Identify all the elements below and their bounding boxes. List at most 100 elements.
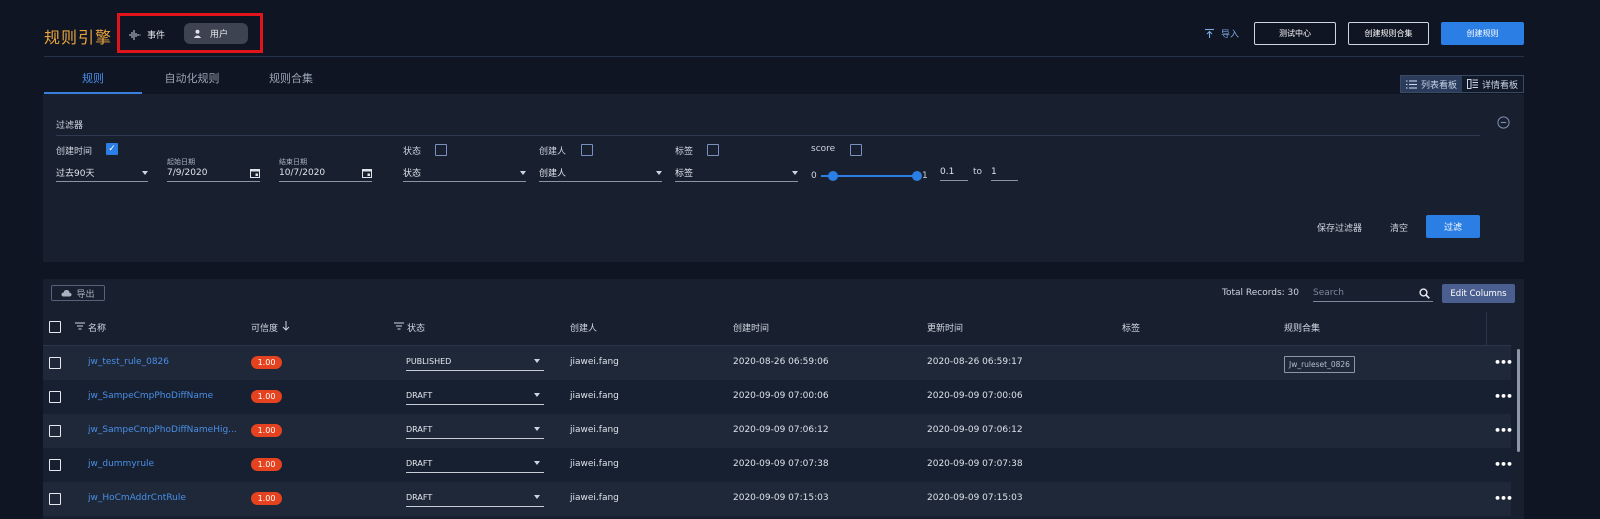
mode-events-button[interactable]: 事件 xyxy=(129,28,165,41)
score-from-input[interactable]: 0.1 xyxy=(940,165,968,181)
rule-name-link[interactable]: jw_HoCmAddrCntRule xyxy=(88,493,186,503)
row-checkbox[interactable] xyxy=(49,357,61,369)
page-title: 规则引擎 xyxy=(44,28,113,47)
chevron-down-icon xyxy=(534,495,540,499)
filter-lines-icon[interactable] xyxy=(75,322,85,333)
col-name[interactable]: 名称 xyxy=(88,321,106,334)
score-max-label: 1 xyxy=(922,171,928,181)
chevron-down-icon xyxy=(792,170,798,175)
mode-users-button[interactable]: 用户 xyxy=(184,23,248,44)
export-button[interactable]: 导出 xyxy=(51,285,105,301)
row-updated: 2020-09-09 07:06:12 xyxy=(927,425,1023,435)
score-filter-label: score xyxy=(811,144,836,154)
calendar-icon[interactable] xyxy=(250,168,260,178)
chevron-down-icon xyxy=(534,461,540,465)
confidence-badge: 1.00 xyxy=(251,424,282,437)
more-actions-icon[interactable]: ••• xyxy=(1494,458,1513,471)
tag-filter-label: 标签 xyxy=(675,147,694,157)
col-tags[interactable]: 标签 xyxy=(1122,321,1140,334)
list-view-button[interactable]: 列表看板 xyxy=(1401,76,1462,92)
more-actions-icon[interactable]: ••• xyxy=(1494,390,1513,403)
create-ruleset-button[interactable]: 创建规则合集 xyxy=(1348,22,1429,45)
col-created[interactable]: 创建时间 xyxy=(733,321,769,334)
search-placeholder: Search xyxy=(1313,288,1344,298)
apply-filter-button[interactable]: 过滤 xyxy=(1426,215,1480,238)
select-all-checkbox[interactable] xyxy=(49,321,61,333)
row-status-select[interactable]: PUBLISHED xyxy=(406,354,544,371)
col-creator[interactable]: 创建人 xyxy=(570,321,597,334)
waveform-icon xyxy=(129,29,141,40)
row-created: 2020-09-09 07:00:06 xyxy=(733,391,829,401)
row-status-select[interactable]: DRAFT xyxy=(406,490,544,507)
sort-arrow-down-icon[interactable] xyxy=(282,321,290,334)
created-time-label: 创建时间 xyxy=(56,147,93,157)
edit-columns-button[interactable]: Edit Columns xyxy=(1442,284,1515,303)
clear-filter-button[interactable]: 清空 xyxy=(1390,221,1408,234)
status-filter-label: 状态 xyxy=(403,147,422,157)
row-checkbox[interactable] xyxy=(49,391,61,403)
save-filter-button[interactable]: 保存过滤器 xyxy=(1317,221,1362,234)
start-date-value: 7/9/2020 xyxy=(167,167,208,178)
minus-circle-icon xyxy=(1497,116,1510,129)
row-checkbox[interactable] xyxy=(49,459,61,471)
row-updated: 2020-09-09 07:07:38 xyxy=(927,459,1023,469)
row-status-select[interactable]: DRAFT xyxy=(406,422,544,439)
mode-users-label: 用户 xyxy=(210,30,229,40)
row-creator: jiawei.fang xyxy=(570,493,619,503)
test-center-button[interactable]: 测试中心 xyxy=(1254,22,1336,45)
score-min-label: 0 xyxy=(811,171,817,181)
rule-name-link[interactable]: jw_SampeCmpPhoDiffName xyxy=(88,391,213,401)
vertical-scrollbar[interactable] xyxy=(1517,349,1520,452)
tab-rules[interactable]: 规则 xyxy=(44,70,142,86)
detail-view-label: 详情看板 xyxy=(1481,80,1518,91)
creator-filter-checkbox[interactable] xyxy=(581,144,593,156)
created-time-checkbox[interactable]: ✓ xyxy=(106,143,118,155)
start-date-field[interactable]: 7/9/2020 xyxy=(167,166,260,182)
status-select[interactable]: 状态 xyxy=(403,166,526,182)
person-icon xyxy=(193,29,202,38)
col-confidence[interactable]: 可信度 xyxy=(251,321,278,334)
rule-name-link[interactable]: jw_test_rule_0826 xyxy=(88,357,169,367)
tag-filter-checkbox[interactable] xyxy=(707,144,719,156)
tab-rulesets[interactable]: 规则合集 xyxy=(242,70,340,86)
creator-select[interactable]: 创建人 xyxy=(539,166,662,182)
status-filter-checkbox[interactable] xyxy=(435,144,447,156)
search-icon[interactable] xyxy=(1419,287,1430,299)
row-status-select[interactable]: DRAFT xyxy=(406,388,544,405)
more-actions-icon[interactable]: ••• xyxy=(1494,492,1513,505)
tag-select[interactable]: 标签 xyxy=(675,166,798,182)
tab-automation-rules[interactable]: 自动化规则 xyxy=(142,70,242,86)
more-actions-icon[interactable]: ••• xyxy=(1494,356,1513,369)
row-checkbox[interactable] xyxy=(49,425,61,437)
time-range-select[interactable]: 过去90天 xyxy=(56,166,148,182)
rule-name-link[interactable]: jw_dummyrule xyxy=(88,459,154,469)
calendar-icon[interactable] xyxy=(362,168,372,178)
search-input[interactable]: Search xyxy=(1313,285,1433,302)
score-to-input[interactable]: 1 xyxy=(991,165,1018,181)
status-select-value: 状态 xyxy=(403,169,422,179)
row-created: 2020-09-09 07:15:03 xyxy=(733,493,829,503)
end-date-field[interactable]: 10/7/2020 xyxy=(279,166,372,182)
creator-filter-label: 创建人 xyxy=(539,147,567,157)
filter-lines-icon[interactable] xyxy=(394,322,404,333)
more-actions-icon[interactable]: ••• xyxy=(1494,424,1513,437)
row-creator: jiawei.fang xyxy=(570,357,619,367)
import-button[interactable]: 导入 xyxy=(1204,27,1239,40)
col-updated[interactable]: 更新时间 xyxy=(927,321,963,334)
score-filter-checkbox[interactable] xyxy=(850,144,862,156)
row-status-select[interactable]: DRAFT xyxy=(406,456,544,473)
check-icon: ✓ xyxy=(108,144,116,154)
row-creator: jiawei.fang xyxy=(570,391,619,401)
create-rule-button[interactable]: 创建规则 xyxy=(1441,22,1524,45)
score-slider-min-handle[interactable] xyxy=(828,171,838,181)
row-checkbox[interactable] xyxy=(49,493,61,505)
row-creator: jiawei.fang xyxy=(570,459,619,469)
detail-view-button[interactable]: 详情看板 xyxy=(1462,76,1523,92)
score-slider-max-handle[interactable] xyxy=(912,171,922,181)
col-ruleset[interactable]: 规则合集 xyxy=(1284,321,1320,334)
ruleset-chip[interactable]: Jw_ruleset_0826 xyxy=(1284,356,1355,373)
collapse-filter-button[interactable] xyxy=(1497,116,1510,132)
rule-name-link[interactable]: jw_SampeCmpPhoDiffNameHig... xyxy=(88,425,237,435)
col-status[interactable]: 状态 xyxy=(407,321,425,334)
mode-events-label: 事件 xyxy=(147,31,166,41)
